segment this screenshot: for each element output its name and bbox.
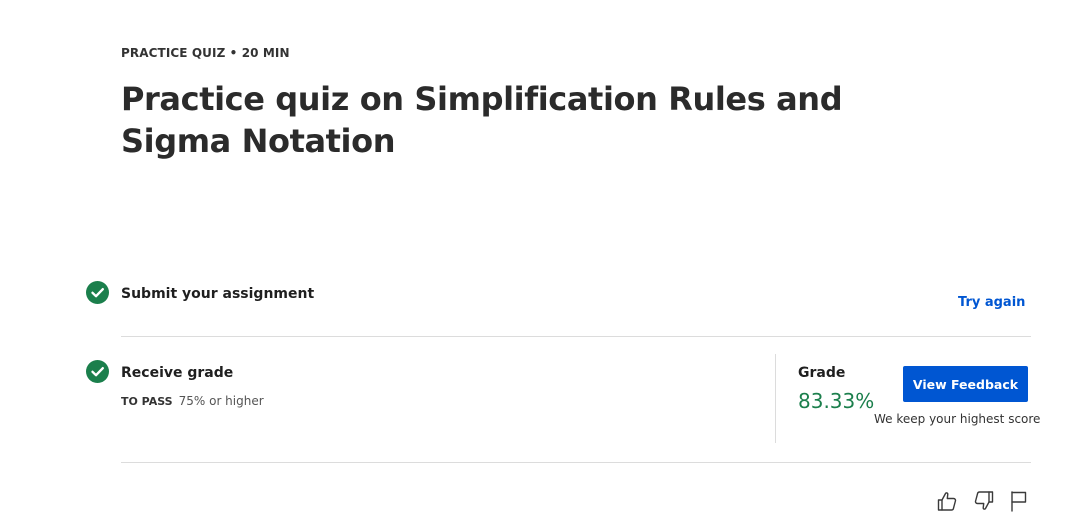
submit-assignment-label: Submit your assignment [121,286,315,302]
to-pass-label: TO PASS [121,395,173,408]
check-circle-icon [86,281,109,304]
to-pass-requirement: TO PASS 75% or higher [121,394,264,408]
highest-score-note: We keep your highest score [874,412,1041,426]
page-title: Practice quiz on Simplification Rules an… [121,80,843,160]
divider [121,336,1031,337]
quiz-meta-label: PRACTICE QUIZ • 20 MIN [121,46,290,60]
try-again-link[interactable]: Try again [958,295,1025,310]
thumbs-down-icon[interactable] [972,489,996,513]
grade-label: Grade [798,365,846,381]
receive-grade-label: Receive grade [121,365,234,381]
grade-value: 83.33% [798,389,875,413]
to-pass-value: 75% or higher [178,394,264,408]
view-feedback-button[interactable]: View Feedback [903,366,1028,402]
thumbs-up-icon[interactable] [935,489,959,513]
vertical-divider [775,354,776,443]
check-circle-icon [86,360,109,383]
flag-icon[interactable] [1007,489,1031,513]
divider [121,462,1031,463]
quiz-page: PRACTICE QUIZ • 20 MIN Practice quiz on … [0,0,1083,517]
